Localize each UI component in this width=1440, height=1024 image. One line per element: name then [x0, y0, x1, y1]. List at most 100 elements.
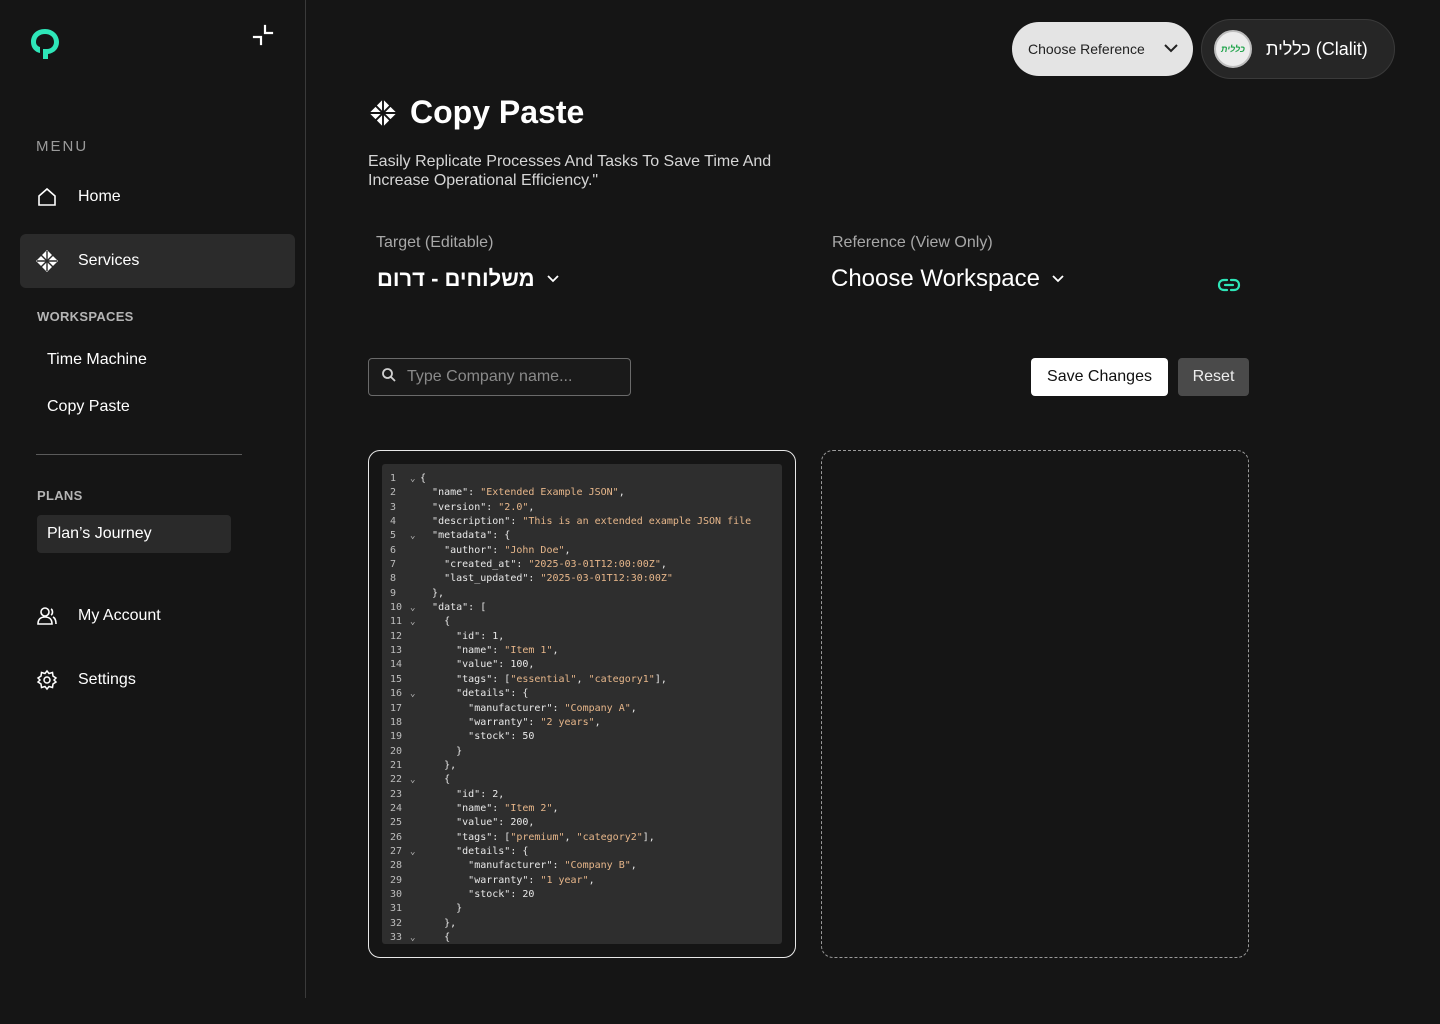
fold-chevron-icon[interactable]: ⌄ — [410, 615, 420, 629]
code-line[interactable]: 22 ⌄ { — [382, 773, 782, 787]
code-text: }, — [420, 759, 457, 771]
code-text: "value": 200, — [456, 817, 535, 829]
code-line[interactable]: 4 "description": "This is an extended ex… — [382, 515, 782, 529]
code-line[interactable]: 27 ⌄ "details": { — [382, 845, 782, 859]
code-line[interactable]: 23 "id": 2, — [382, 788, 782, 802]
sidebar: MENU Home Services WORKSPACES Time Machi… — [0, 0, 306, 998]
code-line[interactable]: 12 "id": 1, — [382, 630, 782, 644]
choose-reference-dropdown[interactable]: Choose Reference — [1012, 22, 1193, 76]
code-line[interactable]: 29 "warranty": "1 year", — [382, 874, 782, 888]
line-number: 20 — [390, 745, 403, 757]
nav-services[interactable]: Services — [20, 234, 295, 288]
nav-my-account[interactable]: My Account — [20, 589, 295, 643]
code-text: { — [420, 616, 451, 628]
nav-settings[interactable]: Settings — [20, 653, 295, 707]
code-text: "data": [ — [432, 602, 487, 614]
target-json-editor[interactable]: 1 ⌄{2 "name": "Extended Example JSON", 3 "… — [368, 450, 796, 958]
code-line[interactable]: 26 "tags": ["premium", "category2"], — [382, 831, 782, 845]
code-text: "stock": 50 — [468, 731, 535, 743]
fold-chevron-icon[interactable]: ⌄ — [410, 601, 420, 615]
code-text: "manufacturer": "Company B", — [468, 860, 637, 872]
code-line[interactable]: 5 ⌄ "metadata": { — [382, 529, 782, 543]
code-line[interactable]: 30 "stock": 20 — [382, 888, 782, 902]
fold-chevron-icon[interactable]: ⌄ — [410, 931, 420, 944]
code-line[interactable]: 8 "last_updated": "2025-03-01T12:30:00Z" — [382, 572, 782, 586]
code-line[interactable]: 2 "name": "Extended Example JSON", — [382, 486, 782, 500]
code-text: }, — [420, 917, 457, 929]
reference-workspace-dropdown[interactable]: Choose Workspace — [831, 265, 1066, 293]
code-text: "warranty": "2 years", — [468, 716, 601, 728]
workspace-time-machine[interactable]: Time Machine — [47, 351, 147, 369]
fold-chevron-icon[interactable]: ⌄ — [410, 773, 420, 787]
code-line[interactable]: 28 "manufacturer": "Company B", — [382, 859, 782, 873]
company-search[interactable] — [368, 358, 631, 396]
target-workspace-dropdown[interactable]: משלוחים - דרום — [377, 265, 561, 293]
organization-switcher[interactable]: כללית כללית (Clalit) — [1201, 19, 1395, 79]
code-text: "version": "2.0", — [432, 501, 535, 513]
line-number: 2 — [390, 487, 397, 499]
save-changes-button[interactable]: Save Changes — [1031, 358, 1168, 396]
search-input[interactable] — [407, 368, 617, 386]
line-number: 6 — [390, 544, 397, 556]
code-line[interactable]: 25 "value": 200, — [382, 816, 782, 830]
reset-button[interactable]: Reset — [1178, 358, 1249, 396]
code-line[interactable]: 1 ⌄{ — [382, 472, 782, 486]
fold-chevron-icon[interactable]: ⌄ — [410, 845, 420, 859]
workspace-copy-paste[interactable]: Copy Paste — [47, 398, 130, 416]
code-line[interactable]: 10 ⌄ "data": [ — [382, 601, 782, 615]
link-icon[interactable] — [1217, 275, 1241, 295]
app-logo-icon[interactable] — [28, 26, 62, 62]
code-line[interactable]: 14 "value": 100, — [382, 658, 782, 672]
line-number: 5 — [390, 530, 397, 542]
collapse-sidebar-icon[interactable] — [250, 22, 276, 48]
code-line[interactable]: 21 }, — [382, 759, 782, 773]
plan-journey-item[interactable]: Plan’s Journey — [37, 515, 231, 553]
code-line[interactable]: 16 ⌄ "details": { — [382, 687, 782, 701]
code-text: "id": 1, — [456, 630, 505, 642]
user-icon — [36, 605, 58, 627]
code-line[interactable]: 17 "manufacturer": "Company A", — [382, 702, 782, 716]
code-text: { — [420, 932, 451, 943]
code-line[interactable]: 11 ⌄ { — [382, 615, 782, 629]
nav-home[interactable]: Home — [20, 170, 295, 224]
code-line[interactable]: 19 "stock": 50 — [382, 730, 782, 744]
reference-workspace-value: Choose Workspace — [831, 265, 1040, 292]
code-line[interactable]: 7 "created_at": "2025-03-01T12:00:00Z", — [382, 558, 782, 572]
services-icon — [36, 250, 58, 272]
code-line[interactable]: 3 "version": "2.0", — [382, 501, 782, 515]
reference-label: Reference (View Only) — [832, 234, 993, 251]
code-line[interactable]: 20 } — [382, 745, 782, 759]
line-number: 28 — [390, 860, 403, 872]
code-line[interactable]: 18 "warranty": "2 years", — [382, 716, 782, 730]
line-number: 26 — [390, 831, 403, 843]
code-line[interactable]: 6 "author": "John Doe", — [382, 544, 782, 558]
line-number: 14 — [390, 659, 403, 671]
code-line[interactable]: 33 ⌄ { — [382, 931, 782, 944]
code-editor[interactable]: 1 ⌄{2 "name": "Extended Example JSON", 3 "… — [382, 464, 782, 944]
code-text: "tags": ["essential", "category1"], — [456, 673, 667, 685]
fold-chevron-icon[interactable]: ⌄ — [410, 687, 420, 701]
code-line[interactable]: 31 } — [382, 902, 782, 916]
code-line[interactable]: 15 "tags": ["essential", "category1"], — [382, 673, 782, 687]
line-number: 1 — [390, 473, 397, 484]
line-number: 18 — [390, 716, 403, 728]
fold-chevron-icon[interactable]: ⌄ — [410, 529, 420, 543]
line-number: 27 — [390, 845, 403, 857]
fold-chevron-icon[interactable]: ⌄ — [410, 472, 420, 486]
plans-label: PLANS — [37, 488, 83, 503]
code-line[interactable]: 32 }, — [382, 917, 782, 931]
code-line[interactable]: 9 }, — [382, 587, 782, 601]
code-line[interactable]: 24 "name": "Item 2", — [382, 802, 782, 816]
line-number: 13 — [390, 645, 403, 657]
code-line[interactable]: 13 "name": "Item 1", — [382, 644, 782, 658]
